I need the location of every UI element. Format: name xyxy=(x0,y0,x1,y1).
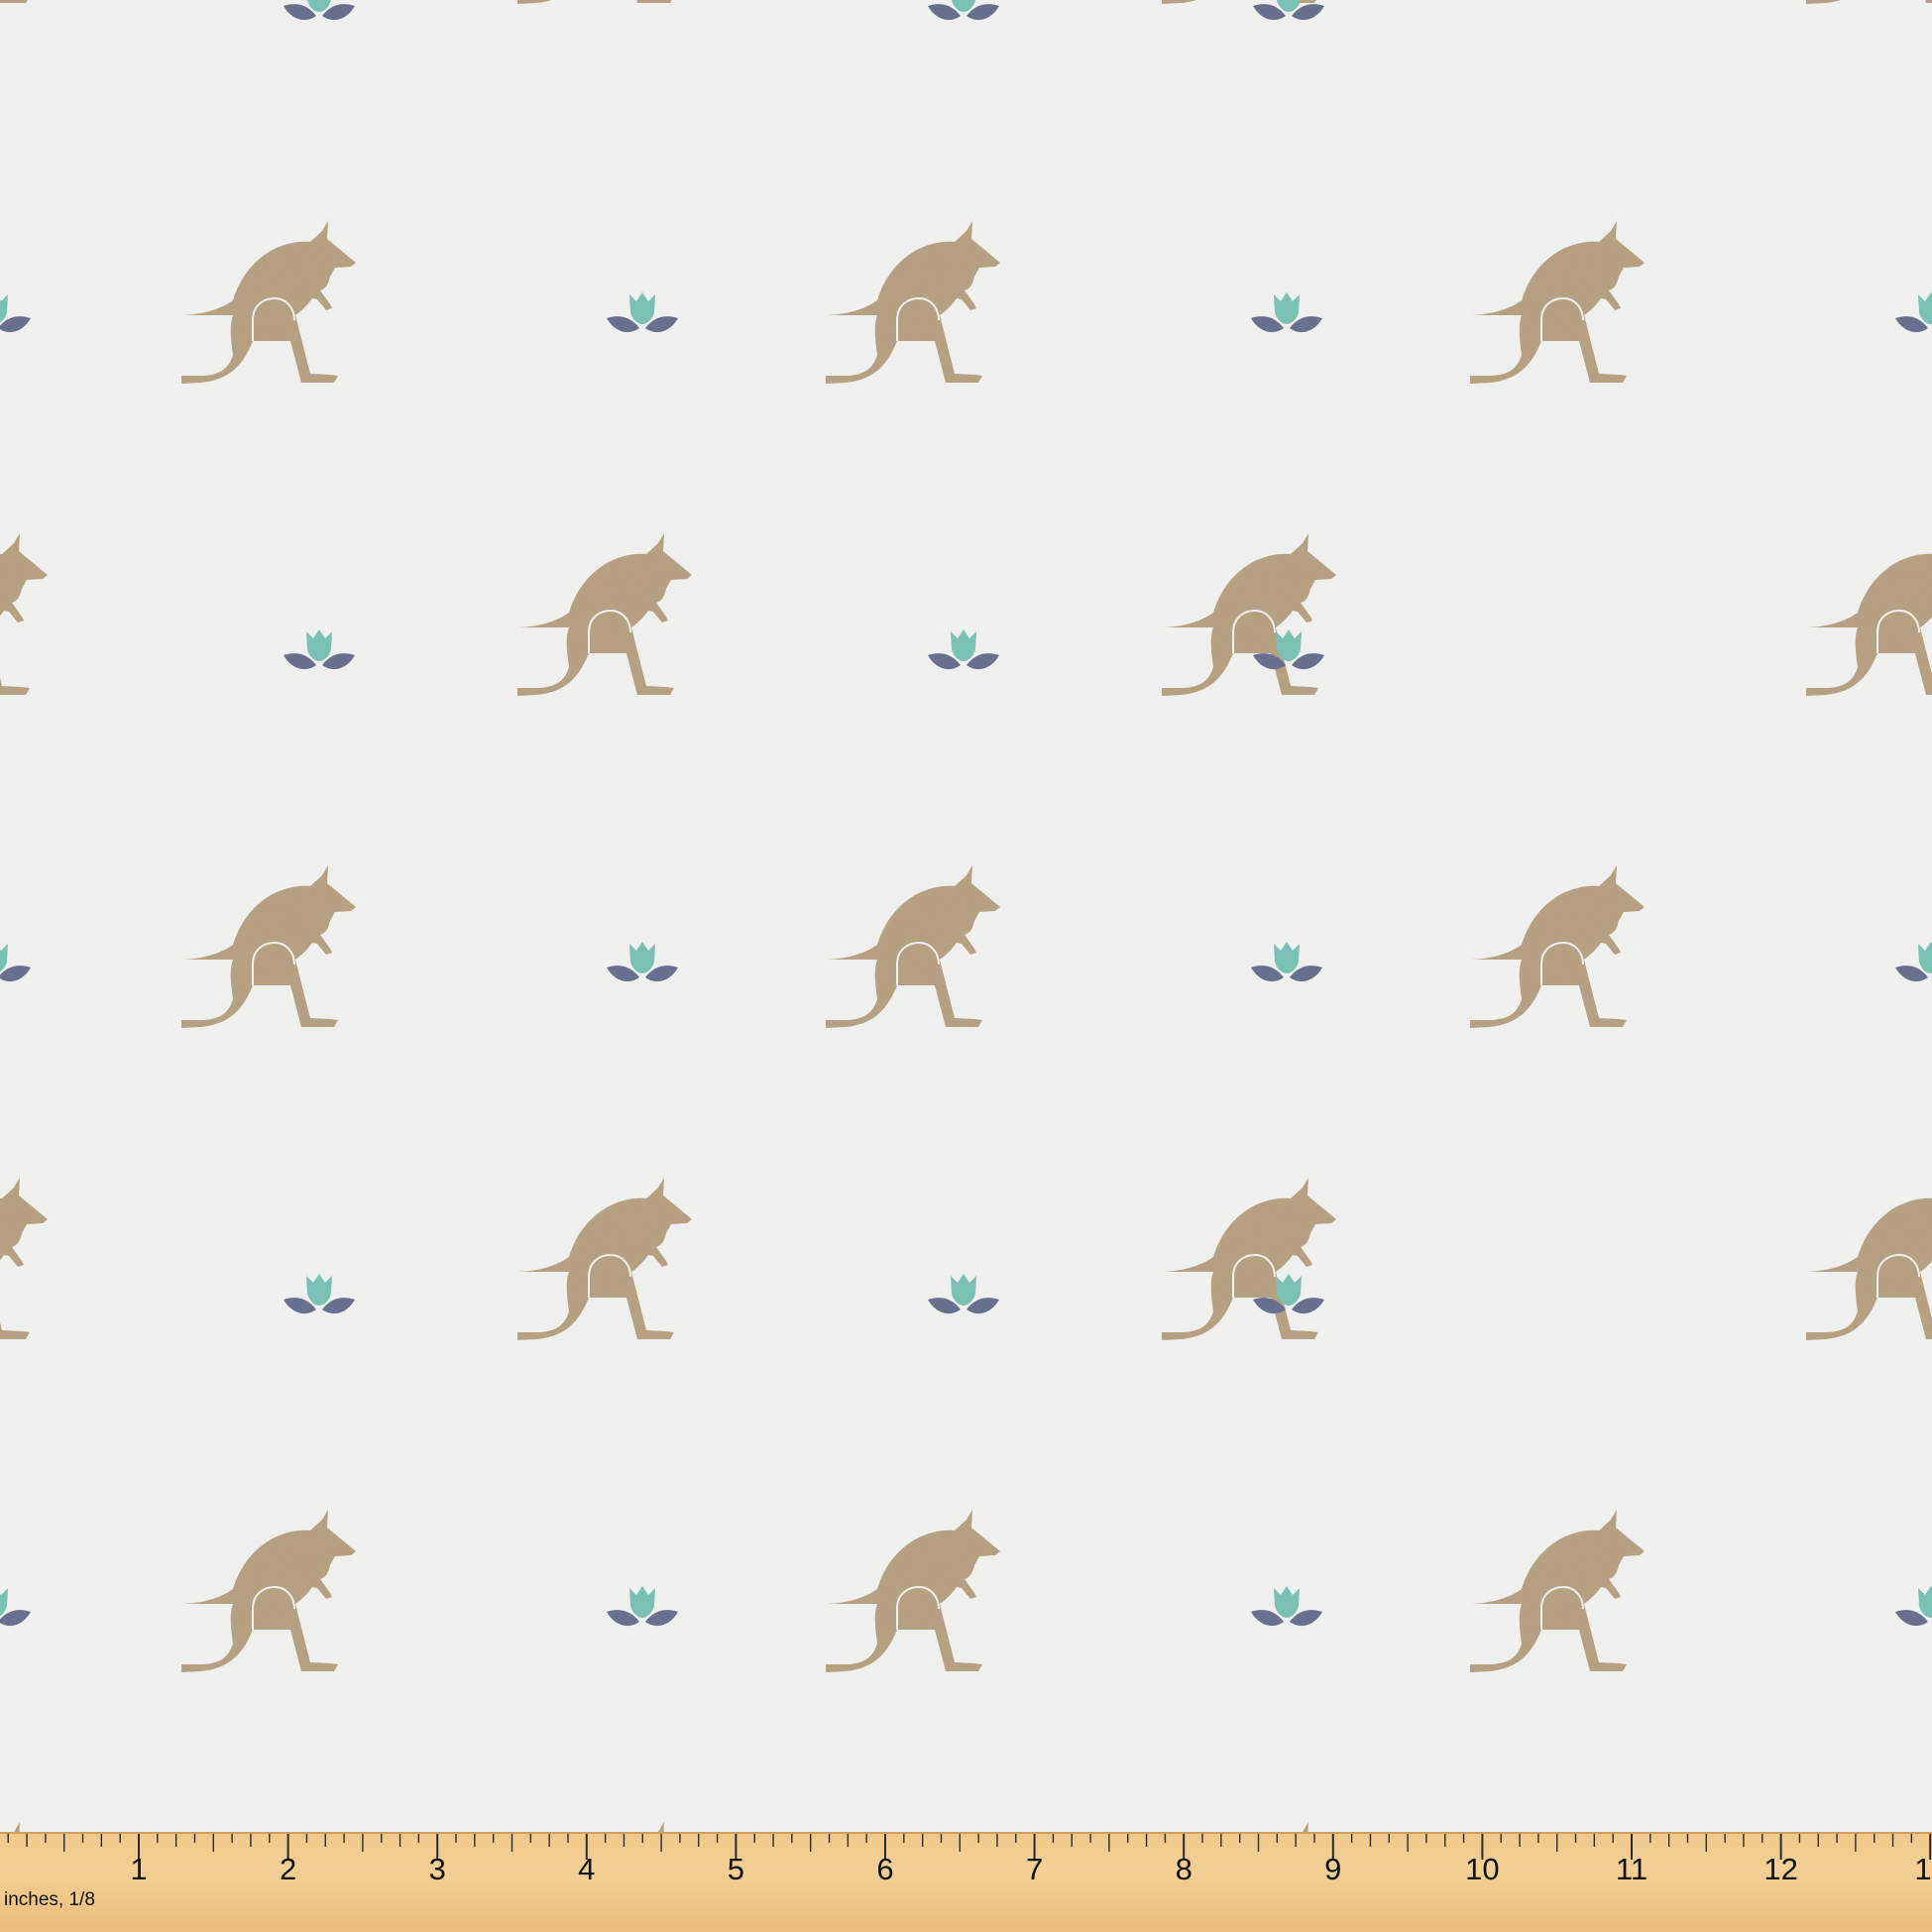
ruler-number: 5 xyxy=(727,1852,745,1886)
ruler-number: 2 xyxy=(279,1852,297,1886)
ruler-number: 11 xyxy=(1615,1852,1648,1886)
ruler-number: 3 xyxy=(428,1852,446,1886)
kangaroo-pattern xyxy=(0,0,1932,1932)
ruler-number: 1 xyxy=(130,1852,148,1886)
ruler-number: 7 xyxy=(1025,1852,1044,1886)
ruler-number: 8 xyxy=(1175,1852,1193,1886)
ruler-number: 9 xyxy=(1324,1852,1342,1886)
ruler-number: 10 xyxy=(1465,1852,1500,1886)
ruler-number: 6 xyxy=(876,1852,894,1886)
ruler-number: 1 xyxy=(1914,1852,1932,1886)
measuring-ruler: inches, 1/8 1 2 3 4 5 6 7 8 9 10 11 12 1 xyxy=(0,1832,1932,1932)
ruler-number: 12 xyxy=(1763,1852,1798,1886)
ruler-unit-label: inches, 1/8 xyxy=(4,1889,95,1910)
ruler-number: 4 xyxy=(578,1852,596,1886)
fabric-swatch: inches, 1/8 1 2 3 4 5 6 7 8 9 10 11 12 1 xyxy=(0,0,1932,1932)
